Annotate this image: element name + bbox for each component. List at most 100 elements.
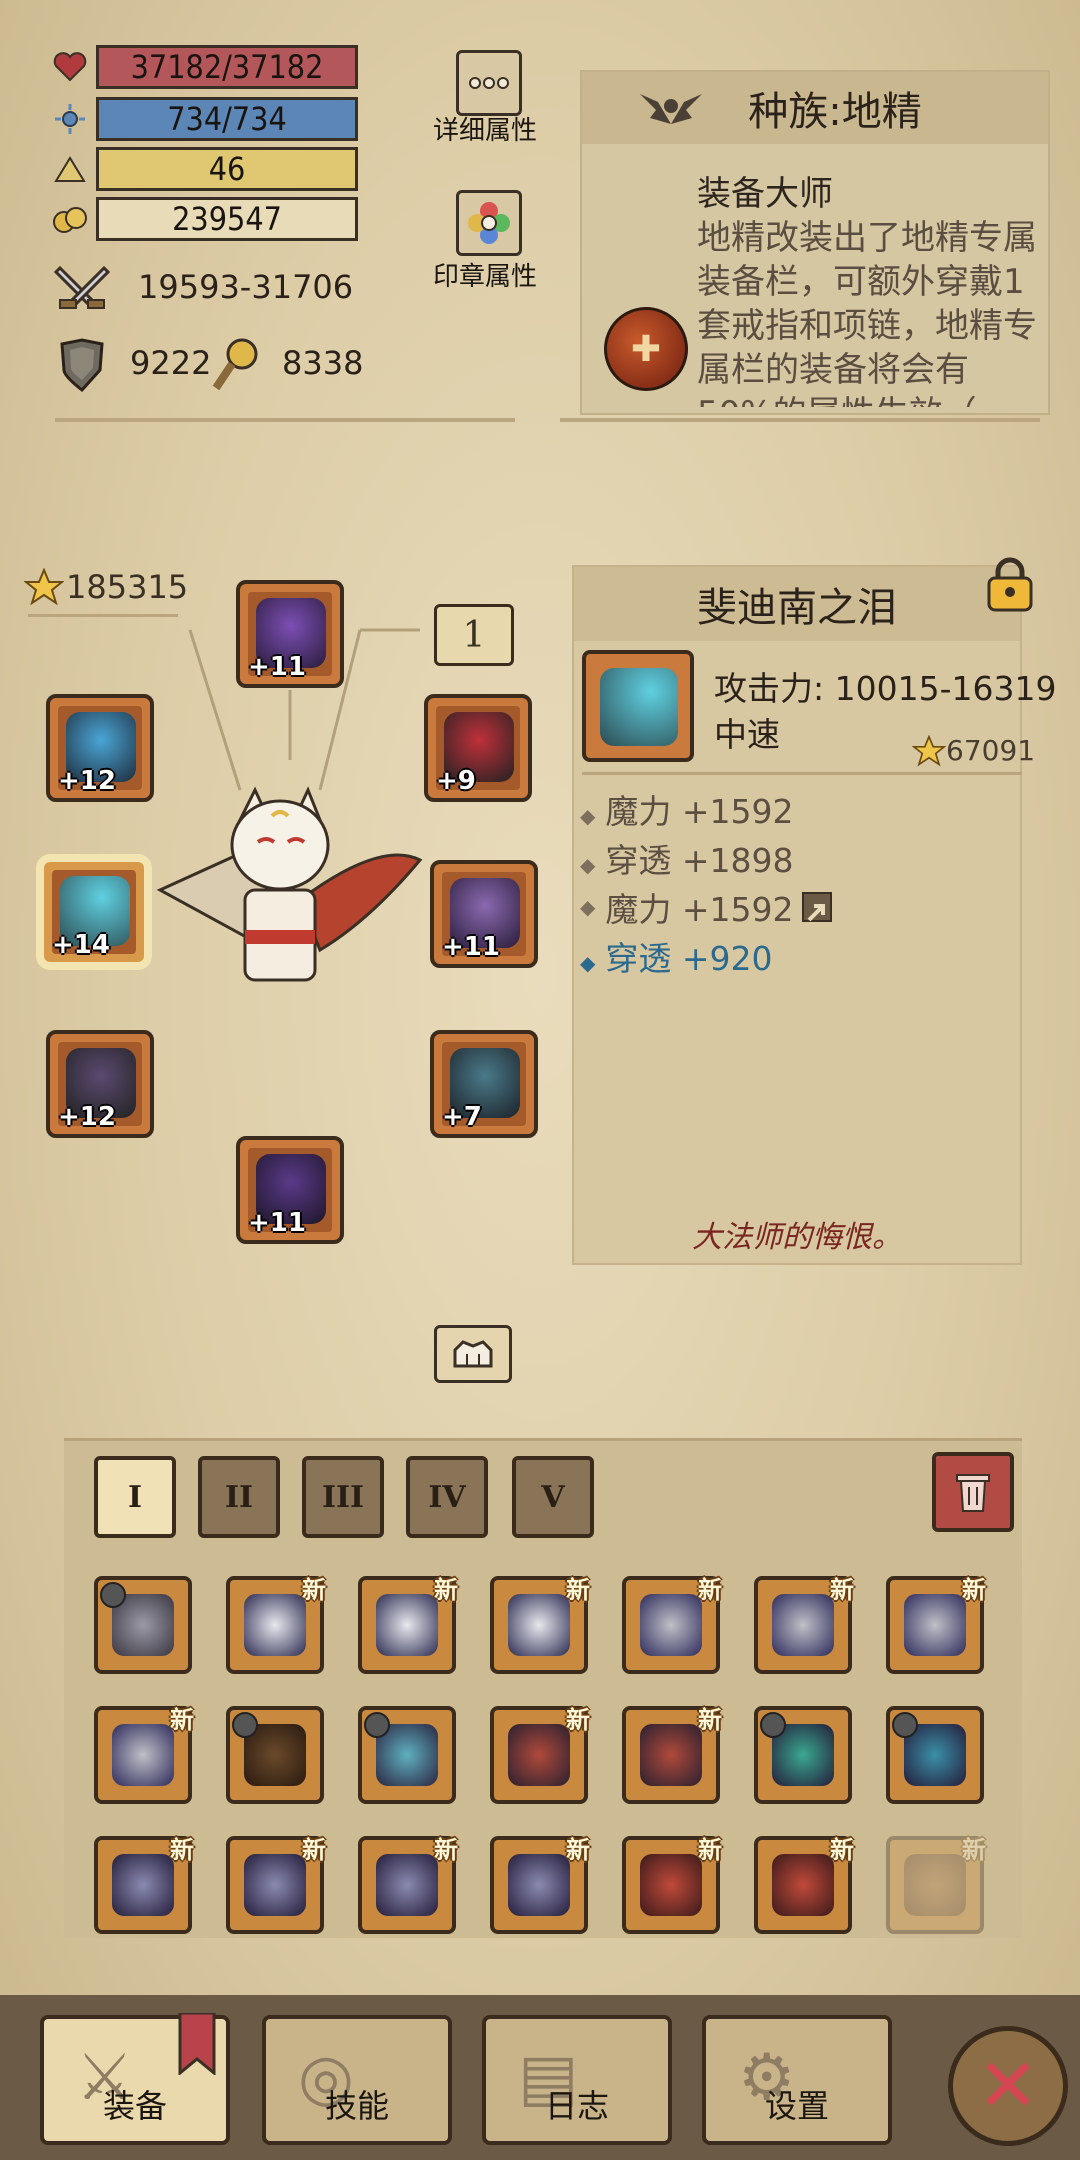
demon-helmet-icon [112, 1724, 174, 1786]
star-icon [912, 734, 946, 766]
equipment-page-button[interactable]: 1 [434, 604, 514, 666]
inventory-item[interactable]: 新 [490, 1706, 590, 1804]
inventory-item[interactable]: 新 [94, 1706, 194, 1804]
hp-row: 37182/37182 [50, 44, 358, 90]
bookmark-icon [178, 2013, 216, 2075]
goblin-skill-icon[interactable]: ✚ [604, 307, 688, 391]
leg-armor-icon [640, 1724, 702, 1786]
trash-icon [956, 1474, 990, 1512]
lock-icon [892, 1712, 918, 1738]
inventory-item[interactable] [754, 1706, 852, 1804]
item-stat-line: ◆ 穿透 +1898 [580, 841, 794, 880]
item-divider [582, 772, 1022, 775]
attack-value: 19593-31706 [138, 268, 354, 306]
item-stat-line: ◆ 魔力 +1592 [580, 792, 794, 831]
race-description[interactable]: 装备大师 地精改装出了地精专属装备栏，可额外穿戴1套戒指和项链，地精专属栏的装备… [697, 172, 1037, 407]
slot-gloves[interactable]: +12 [46, 1030, 154, 1138]
skill-name: 装备大师 [697, 174, 833, 214]
dagger-icon [244, 1594, 306, 1656]
inventory-item[interactable]: 新 [358, 1836, 458, 1934]
slot-legs[interactable]: +7 [430, 1030, 538, 1138]
inventory-item[interactable] [94, 1576, 192, 1674]
score-underline [28, 614, 178, 617]
nav-skill-label: 技能 [324, 2087, 389, 2125]
inventory-tab-4[interactable]: IV [406, 1456, 488, 1538]
race-emblem-icon [640, 94, 702, 124]
slot-boots[interactable]: +11 [236, 1136, 344, 1244]
seal-attributes-button[interactable] [456, 190, 522, 256]
close-button[interactable]: ✕ [948, 2026, 1068, 2146]
inventory-item[interactable] [226, 1706, 324, 1804]
item-stat-line: ◆ 魔力 +1592 [580, 883, 832, 931]
armor-value: 9222 [130, 344, 212, 382]
inventory-item[interactable]: 新 [490, 1576, 590, 1674]
nav-equip-label: 装备 [102, 2087, 167, 2125]
item-attack: 攻击力: 10015-16319 [714, 669, 1057, 708]
gold-icon [50, 199, 90, 239]
divider-left [55, 418, 515, 422]
detail-attributes-button[interactable] [456, 50, 522, 116]
item-flavor-text: 大法师的悔恨。 [692, 1220, 902, 1255]
trash-button[interactable] [932, 1452, 1014, 1532]
inventory-item[interactable]: 新 [94, 1836, 194, 1934]
race-header: 种族:地精 [582, 72, 1048, 144]
slot-level: +11 [442, 932, 500, 962]
item-score-value: 67091 [946, 734, 1036, 767]
item-score: 67091 [912, 734, 1035, 767]
inventory-tab-1[interactable]: I [94, 1456, 176, 1538]
level-bar: 46 [96, 147, 358, 191]
boots-icon [376, 1854, 438, 1916]
inventory-tab-2[interactable]: II [198, 1456, 280, 1538]
slot-shoulder[interactable]: +12 [46, 694, 154, 802]
inventory-item[interactable]: 新 [490, 1836, 590, 1934]
inventory-item[interactable] [358, 1706, 456, 1804]
item-name: 斐迪南之泪 [574, 567, 1020, 641]
inventory-tab-5[interactable]: V [512, 1456, 594, 1538]
lock-icon [760, 1712, 786, 1738]
nav-log-button[interactable]: ▤ 日志 [482, 2015, 672, 2145]
boots-icon [508, 1854, 570, 1916]
sword-icon [53, 262, 111, 318]
total-score-value: 185315 [66, 568, 189, 606]
race-title: 种族:地精 [748, 89, 922, 135]
nav-log-label: 日志 [544, 2087, 609, 2125]
upgrade-arrow-icon [801, 892, 832, 922]
slot-weapon[interactable]: +14 [40, 858, 148, 966]
demon-helmet-icon [904, 1594, 966, 1656]
inventory-item[interactable]: 新 [886, 1836, 986, 1934]
nav-equip-button[interactable]: ⚔ 装备 [40, 2013, 230, 2145]
inventory-item[interactable] [886, 1706, 984, 1804]
inventory-item[interactable]: 新 [754, 1836, 854, 1934]
dagger-icon [508, 1594, 570, 1656]
slot-offhand[interactable]: +11 [430, 860, 538, 968]
hp-bar: 37182/37182 [96, 45, 358, 89]
inventory-item[interactable]: 新 [226, 1836, 326, 1934]
inventory-item[interactable]: 新 [622, 1836, 722, 1934]
boots-icon [112, 1854, 174, 1916]
lock-icon[interactable] [984, 556, 1036, 612]
inventory-tab-3[interactable]: III [302, 1456, 384, 1538]
close-icon: ✕ [976, 2043, 1039, 2129]
inventory-item[interactable]: 新 [226, 1576, 326, 1674]
inventory-item[interactable]: 新 [886, 1576, 986, 1674]
slot-chest[interactable]: +9 [424, 694, 532, 802]
inventory-item[interactable]: 新 [754, 1576, 854, 1674]
character-avatar[interactable] [150, 780, 430, 1010]
nav-settings-button[interactable]: ⚙ 设置 [702, 2015, 892, 2145]
mp-bar: 734/734 [96, 97, 358, 141]
level-icon [50, 149, 90, 189]
seal-attributes-label: 印章属性 [432, 262, 537, 292]
inventory-item[interactable]: 新 [622, 1576, 722, 1674]
fist-button[interactable] [434, 1325, 512, 1383]
inventory-item[interactable]: 新 [358, 1576, 458, 1674]
nav-skill-button[interactable]: ◎ 技能 [262, 2015, 452, 2145]
inventory-item[interactable]: 新 [622, 1706, 722, 1804]
race-panel: 种族:地精 ✚ 装备大师 地精改装出了地精专属装备栏，可额外穿戴1套戒指和项链，… [580, 70, 1050, 415]
slot-level: +9 [436, 766, 476, 796]
slot-helmet[interactable]: +11 [236, 580, 344, 688]
resist-icon [210, 336, 262, 396]
fist-icon [453, 1340, 493, 1368]
pouch-icon [904, 1854, 966, 1916]
more-dots-icon [469, 77, 509, 89]
dagger-icon [376, 1594, 438, 1656]
